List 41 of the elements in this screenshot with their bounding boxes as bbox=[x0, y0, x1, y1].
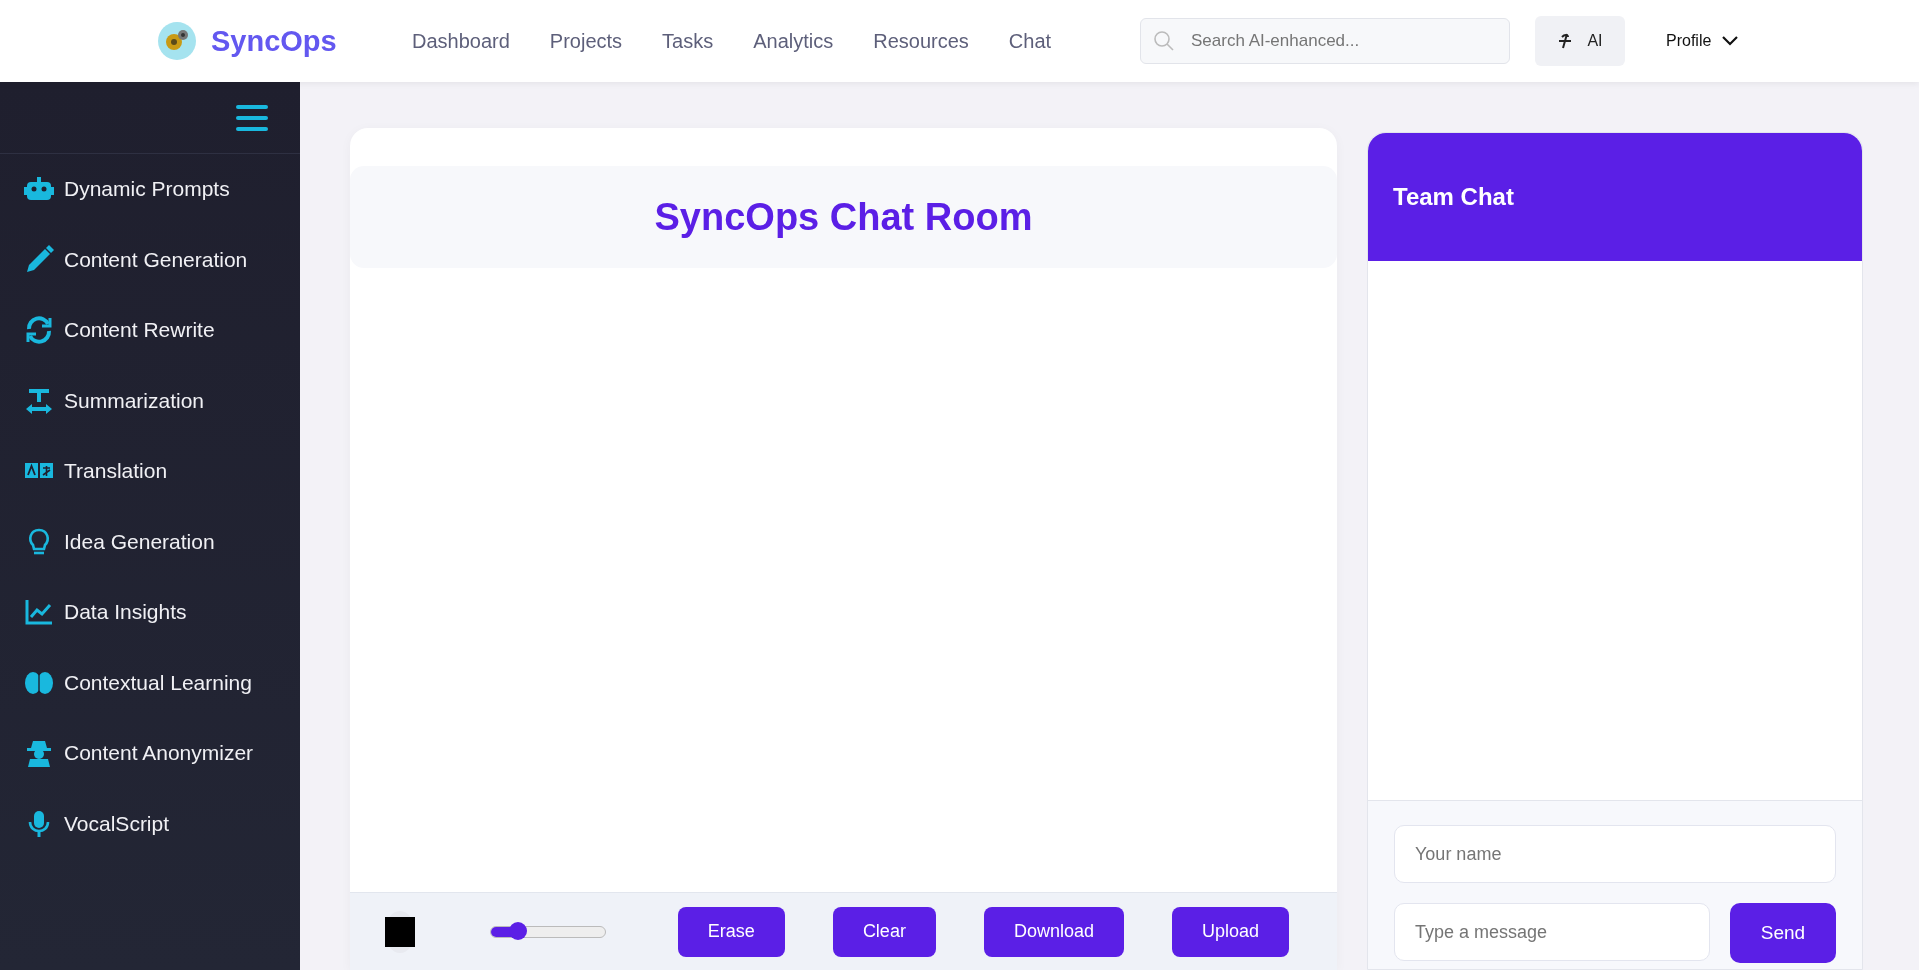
toolbar-button[interactable]: Erase bbox=[677, 906, 785, 957]
refresh-icon bbox=[24, 315, 54, 346]
gears-logo-icon bbox=[157, 21, 197, 61]
chat-room-title: SyncOps Chat Room bbox=[654, 195, 1033, 239]
team-chat-title: Team Chat bbox=[1393, 183, 1514, 211]
chevron-down-icon bbox=[1721, 35, 1740, 47]
strikethrough-icon bbox=[1557, 31, 1574, 51]
sidebar-item[interactable]: Dynamic Prompts bbox=[0, 154, 300, 225]
sidebar-item[interactable]: Data Insights bbox=[0, 577, 300, 648]
profile-menu[interactable]: Profile bbox=[1660, 31, 1746, 51]
search-icon bbox=[1152, 29, 1176, 53]
sidebar-item[interactable]: Content Generation bbox=[0, 224, 300, 295]
sidebar-item[interactable]: Summarization bbox=[0, 365, 300, 436]
brush-size-slider[interactable] bbox=[490, 925, 606, 938]
brand-name: SyncOps bbox=[211, 24, 337, 58]
sidebar-item[interactable]: Content Rewrite bbox=[0, 295, 300, 366]
slider-thumb[interactable] bbox=[509, 921, 528, 940]
nav-link[interactable]: Dashboard bbox=[412, 29, 510, 53]
nav-link[interactable]: Projects bbox=[549, 29, 623, 53]
ai-button[interactable]: AI bbox=[1535, 16, 1625, 66]
toolbar-button[interactable]: Download bbox=[983, 906, 1124, 957]
toolbar-button[interactable]: Clear bbox=[832, 906, 936, 957]
line-chart-icon bbox=[24, 597, 54, 628]
sidebar-item[interactable]: Idea Generation bbox=[0, 506, 300, 577]
send-button[interactable]: Send bbox=[1730, 903, 1836, 963]
menu-icon[interactable] bbox=[236, 103, 268, 132]
sidebar-item[interactable]: VocalScript bbox=[0, 788, 300, 859]
search-field[interactable]: Search AI-enhanced... bbox=[1140, 18, 1510, 64]
toolbar-button[interactable]: Upload bbox=[1171, 906, 1289, 957]
color-picker[interactable] bbox=[385, 910, 415, 953]
message-input[interactable]: Type a message bbox=[1394, 903, 1710, 961]
sidebar-item[interactable]: Translation bbox=[0, 436, 300, 507]
sidebar-item[interactable]: Contextual Learning bbox=[0, 647, 300, 718]
nav-link[interactable]: Chat bbox=[1008, 29, 1052, 53]
name-input[interactable]: Your name bbox=[1394, 825, 1836, 883]
nav-link[interactable]: Resources bbox=[873, 29, 969, 53]
sidebar-item[interactable]: Content Anonymizer bbox=[0, 718, 300, 789]
pencil-icon bbox=[24, 244, 54, 275]
nav-link[interactable]: Tasks bbox=[662, 29, 714, 53]
spy-icon bbox=[24, 738, 54, 769]
nav-link[interactable]: Analytics bbox=[753, 29, 834, 53]
